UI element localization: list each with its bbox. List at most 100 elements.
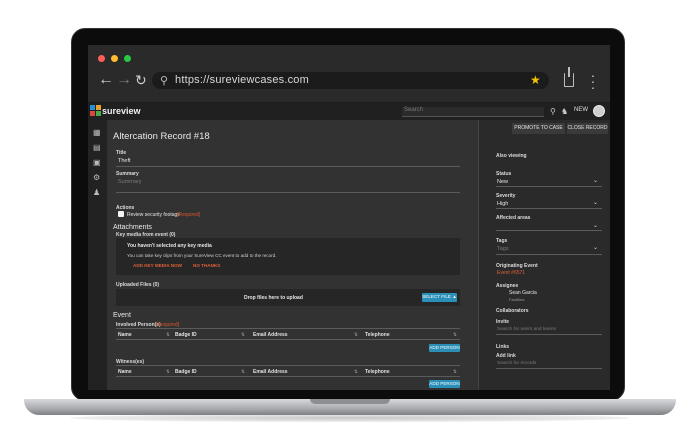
share-icon[interactable] [564, 67, 574, 87]
invite-label: Invite [496, 319, 510, 325]
sort-icon[interactable]: ⇅ [241, 369, 245, 375]
app: sureview Search ⚲ ♞ NEW ▦ ▤ ▣ ⚙ ♟ Alterc… [88, 103, 610, 390]
more-menu-icon[interactable]: · · · [590, 68, 596, 94]
col-name[interactable]: Name [118, 369, 132, 375]
url-text: https://sureviewcases.com [175, 74, 309, 86]
add-key-media-button[interactable]: ADD KEY MEDIA NOW [133, 263, 182, 268]
record-sidebar: PROMOTE TO CASE CLOSE RECORD Also viewin… [478, 120, 610, 390]
address-bar[interactable]: ⚲ https://sureviewcases.com ★ [152, 72, 549, 89]
severity-select[interactable]: High [497, 201, 508, 207]
global-search-placeholder: Search [404, 107, 424, 113]
key-media-empty-title: You haven't selected any key media [127, 243, 212, 249]
select-file-button[interactable]: SELECT FILE ▲ [422, 293, 457, 302]
user-avatar[interactable] [593, 105, 605, 117]
title-input[interactable]: Theft [118, 158, 131, 164]
links-label: Links [496, 344, 510, 350]
sureview-logo-icon [90, 105, 101, 118]
affected-areas-select[interactable] [496, 230, 602, 231]
bookmark-star-icon[interactable]: ★ [530, 73, 541, 87]
search-icon: ⚲ [160, 75, 169, 87]
add-link-underline [496, 368, 602, 369]
action-checkbox[interactable] [118, 211, 124, 217]
upload-icon: ▲ [452, 294, 457, 299]
severity-label: Severity [496, 193, 516, 199]
record-heading: Altercation Record #18 [113, 131, 210, 142]
no-thanks-button[interactable]: NO THANKS [193, 263, 220, 268]
add-witness-button[interactable]: ADD PERSON [429, 380, 460, 388]
bell-icon[interactable]: ♞ [561, 107, 568, 116]
users-icon[interactable]: ♟ [93, 189, 101, 197]
window-controls [98, 55, 131, 62]
record-form: Altercation Record #18 Title Theft Summa… [107, 120, 478, 390]
chevron-down-icon[interactable]: ⌄ [593, 177, 598, 184]
summary-underline [116, 192, 460, 193]
col-email[interactable]: Email Address [253, 332, 288, 338]
sort-icon[interactable]: ⇅ [354, 332, 358, 338]
dropzone-text: Drop files here to upload [244, 295, 303, 301]
action-item-label: Review security footage [127, 212, 181, 218]
summary-label: Summary [116, 171, 139, 177]
sort-icon[interactable]: ⇅ [453, 369, 457, 375]
close-record-button[interactable]: CLOSE RECORD [567, 123, 608, 134]
collaborators-label: Collaborators [496, 308, 529, 314]
originating-event-label: Originating Event [496, 263, 538, 269]
summary-input[interactable]: Summary [118, 179, 142, 185]
status-label: Status [496, 171, 512, 177]
invite-input[interactable]: Search for users and teams [497, 327, 556, 332]
title-underline [116, 166, 460, 167]
action-required-tag: [Required] [177, 212, 201, 218]
global-search-input[interactable]: Search [402, 107, 544, 117]
forward-arrow-icon[interactable]: → [116, 72, 132, 88]
col-telephone[interactable]: Telephone [365, 332, 390, 338]
close-window-button[interactable] [98, 55, 105, 62]
sort-icon[interactable]: ⇅ [354, 369, 358, 375]
minimize-window-button[interactable] [111, 55, 118, 62]
assignee-label: Assignee [496, 283, 519, 289]
status-select[interactable]: New [497, 179, 508, 185]
file-dropzone[interactable]: Drop files here to upload SELECT FILE ▲ [116, 289, 460, 306]
affected-areas-label: Affected areas [496, 215, 531, 221]
new-button[interactable]: NEW [574, 107, 588, 113]
search-icon[interactable]: ⚲ [550, 107, 556, 116]
event-heading: Event [113, 312, 131, 319]
col-telephone[interactable]: Telephone [365, 369, 390, 375]
brand-name: sureview [102, 106, 141, 116]
col-badge-id[interactable]: Badge ID [175, 332, 197, 338]
originating-event-link[interactable]: Event #6571 [497, 270, 525, 276]
laptop-notch [310, 399, 390, 404]
laptop-mockup: ← → ↻ ⚲ https://sureviewcases.com ★ · · · … [0, 0, 700, 438]
dashboard-icon[interactable]: ▦ [93, 129, 101, 137]
invite-underline [496, 334, 602, 335]
witness-table-divider [116, 376, 460, 377]
key-media-empty-text: You can take key clips from your SureVie… [127, 253, 277, 258]
add-link-input[interactable]: Search for records [497, 361, 536, 366]
key-media-panel: You haven't selected any key media You c… [116, 238, 460, 275]
image-icon[interactable]: ▣ [93, 159, 101, 167]
promote-to-case-button[interactable]: PROMOTE TO CASE [512, 123, 565, 134]
tags-input[interactable]: Tags [497, 246, 509, 252]
sort-icon[interactable]: ⇅ [453, 332, 457, 338]
sort-icon[interactable]: ⇅ [241, 332, 245, 338]
chevron-down-icon[interactable]: ⌄ [593, 222, 598, 229]
zoom-window-button[interactable] [124, 55, 131, 62]
sort-icon[interactable]: ⇅ [166, 369, 170, 375]
records-icon[interactable]: ▤ [93, 144, 101, 152]
chevron-down-icon[interactable]: ⌄ [593, 244, 598, 251]
col-email[interactable]: Email Address [253, 369, 288, 375]
tags-underline [496, 254, 602, 255]
involved-table-divider [116, 339, 460, 340]
reload-icon[interactable]: ↻ [135, 72, 147, 88]
screen: ← → ↻ ⚲ https://sureviewcases.com ★ · · · … [88, 45, 610, 390]
back-arrow-icon[interactable]: ← [98, 72, 114, 88]
col-name[interactable]: Name [118, 332, 132, 338]
involved-table-top [116, 328, 460, 329]
assignee-team: Facilities [509, 297, 525, 302]
add-involved-person-button[interactable]: ADD PERSON [429, 344, 460, 352]
sort-icon[interactable]: ⇅ [166, 332, 170, 338]
chevron-down-icon[interactable]: ⌄ [593, 199, 598, 206]
severity-underline [496, 208, 602, 209]
tags-label: Tags [496, 238, 508, 244]
settings-gear-icon[interactable]: ⚙ [93, 174, 101, 182]
assignee-name[interactable]: Sean Garcia [509, 290, 537, 296]
col-badge-id[interactable]: Badge ID [175, 369, 197, 375]
